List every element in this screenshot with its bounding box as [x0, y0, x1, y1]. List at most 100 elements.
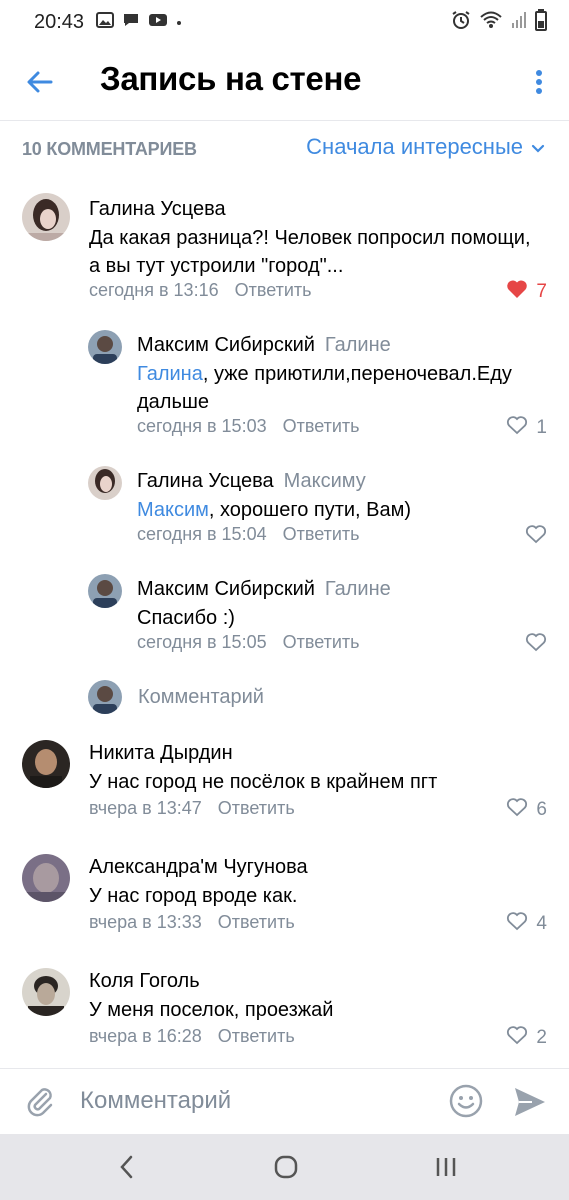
paperclip-icon[interactable] — [22, 1083, 58, 1119]
comment-meta: сегодня в 15:05 Ответить — [137, 632, 360, 653]
system-navigation-bar — [0, 1134, 569, 1200]
comments-sort-bar: 10 КОММЕНТАРИЕВ Сначала интересные — [0, 120, 569, 174]
gallery-icon — [96, 11, 115, 33]
comment-text: Да какая разница?! Человек попросил помо… — [89, 224, 531, 280]
comment-meta: вчера в 16:28 Ответить — [89, 1026, 295, 1047]
smile-icon[interactable] — [448, 1083, 484, 1119]
avatar[interactable] — [88, 466, 122, 500]
comment-meta: вчера в 13:33 Ответить — [89, 912, 295, 933]
comment-meta: сегодня в 15:04 Ответить — [137, 524, 360, 545]
battery-icon — [535, 8, 547, 36]
like-count: 7 — [536, 281, 547, 302]
comment-time: сегодня в 15:04 — [137, 524, 267, 544]
comment-text-line: дальше — [137, 391, 210, 413]
status-time: 20:43 — [34, 10, 85, 33]
like-button[interactable]: 7 — [506, 279, 547, 305]
heart-icon — [525, 524, 547, 550]
page-title: Запись на стене — [100, 60, 362, 97]
like-button[interactable]: 4 — [506, 911, 547, 937]
like-button[interactable] — [525, 524, 547, 550]
comment-text: У нас город вроде как. — [89, 885, 298, 907]
comment-time: вчера в 13:33 — [89, 912, 202, 932]
comment-author[interactable]: Никита Дырдин — [89, 742, 233, 765]
reply-button[interactable]: Ответить — [283, 632, 360, 652]
comment-author-line: Максим Сибирский Галине — [137, 578, 391, 601]
comment-time: сегодня в 13:16 — [89, 280, 219, 300]
heart-icon — [506, 279, 528, 305]
mention-link[interactable]: Максим — [137, 499, 209, 521]
avatar[interactable] — [22, 193, 70, 241]
comment-author[interactable]: Галина Усцева — [137, 470, 274, 492]
sort-label: Сначала интересные — [306, 134, 523, 159]
avatar[interactable] — [22, 740, 70, 788]
avatar[interactable] — [88, 574, 122, 608]
back-arrow-icon[interactable] — [24, 66, 56, 98]
thread-reply-label: Комментарий — [138, 685, 264, 708]
comment-time: вчера в 13:47 — [89, 798, 202, 818]
comment-time: вчера в 16:28 — [89, 1026, 202, 1046]
like-count: 1 — [536, 417, 547, 438]
top-app-bar: Запись на стене — [0, 44, 569, 120]
comment-meta: вчера в 13:47 Ответить — [89, 798, 295, 819]
avatar[interactable] — [88, 330, 122, 364]
dot-icon — [176, 13, 182, 31]
reply-button[interactable]: Ответить — [218, 798, 295, 818]
nav-home-icon[interactable] — [273, 1154, 299, 1185]
reply-to-label[interactable]: Максиму — [284, 470, 366, 492]
nav-recents-icon[interactable] — [434, 1154, 458, 1185]
comment-time: сегодня в 15:05 — [137, 632, 267, 652]
chevron-down-icon — [531, 134, 545, 160]
signal-icon — [511, 11, 527, 34]
like-button[interactable] — [525, 632, 547, 658]
send-icon[interactable] — [512, 1085, 548, 1119]
comment-author-line: Максим Сибирский Галине — [137, 334, 391, 357]
nav-back-icon[interactable] — [118, 1154, 136, 1185]
reply-button[interactable]: Ответить — [235, 280, 312, 300]
like-count: 2 — [536, 1027, 547, 1048]
comment-author-line: Галина Усцева Максиму — [137, 470, 366, 493]
comment-text-part: , хорошего пути, Вам) — [208, 499, 412, 521]
thread-reply-prompt[interactable]: Комментарий — [88, 680, 264, 714]
reply-to-label[interactable]: Галине — [325, 334, 391, 356]
avatar[interactable] — [22, 854, 70, 902]
reply-button[interactable]: Ответить — [218, 1026, 295, 1046]
comment-meta: сегодня в 13:16 Ответить — [89, 280, 312, 301]
comment-text: У нас город не посёлок в крайнем пгт — [89, 771, 438, 793]
heart-icon — [525, 632, 547, 658]
reply-button[interactable]: Ответить — [218, 912, 295, 932]
comment-author[interactable]: Максим Сибирский — [137, 334, 315, 356]
comment-author[interactable]: Александра'м Чугунова — [89, 856, 308, 879]
comment-text-line: а вы тут устроили "город"... — [89, 255, 344, 277]
like-button[interactable]: 1 — [506, 415, 547, 441]
comments-count: 10 КОММЕНТАРИЕВ — [22, 139, 197, 159]
comment-input[interactable]: Комментарий — [80, 1087, 231, 1115]
avatar — [88, 680, 122, 714]
like-count: 4 — [536, 913, 547, 934]
wifi-icon — [479, 10, 503, 35]
like-button[interactable]: 6 — [506, 797, 547, 823]
status-bar: 20:43 — [0, 0, 569, 44]
comment-text: Спасибо :) — [137, 607, 235, 629]
heart-icon — [506, 415, 528, 441]
more-vertical-icon[interactable] — [533, 66, 545, 98]
comment-text: Галина, уже приютили,переночевал.Еду дал… — [137, 360, 512, 416]
reply-button[interactable]: Ответить — [283, 416, 360, 436]
sort-dropdown[interactable]: Сначала интересные — [306, 134, 545, 160]
avatar[interactable] — [22, 968, 70, 1016]
comment-text-part: , уже приютили,переночевал.Еду — [202, 363, 512, 385]
comment-text: Максим, хорошего пути, Вам) — [137, 496, 411, 524]
youtube-icon — [148, 12, 168, 33]
comment-time: сегодня в 15:03 — [137, 416, 267, 436]
chat-icon — [122, 12, 140, 33]
like-button[interactable]: 2 — [506, 1025, 547, 1051]
comment-author[interactable]: Коля Гоголь — [89, 970, 200, 993]
comment-author[interactable]: Галина Усцева — [89, 198, 226, 221]
mention-link[interactable]: Галина — [137, 363, 203, 385]
reply-button[interactable]: Ответить — [283, 524, 360, 544]
comment-composer: Комментарий — [0, 1068, 569, 1134]
reply-to-label[interactable]: Галине — [325, 578, 391, 600]
comment-author[interactable]: Максим Сибирский — [137, 578, 315, 600]
like-count: 6 — [536, 799, 547, 820]
heart-icon — [506, 911, 528, 937]
alarm-icon — [451, 10, 471, 35]
